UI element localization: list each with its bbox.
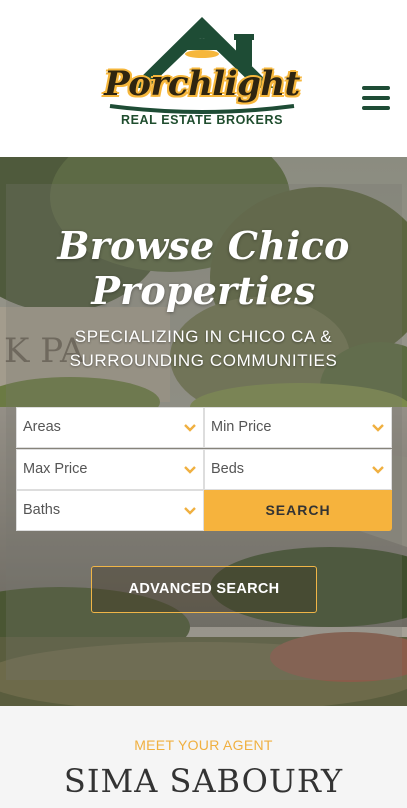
min-price-select[interactable]: Min Price xyxy=(204,407,392,448)
chevron-down-icon xyxy=(184,424,196,432)
hero-title: Browse Chico Properties xyxy=(0,223,407,313)
chevron-down-icon xyxy=(372,466,384,474)
chevron-down-icon xyxy=(184,507,196,515)
site-header: Porchlight REAL ESTATE BROKERS xyxy=(0,0,407,157)
property-search-form: Areas Min Price Max Price Beds Baths SEA… xyxy=(16,407,392,532)
hero-section: K PA Browse Chico Properties SPECIALIZIN… xyxy=(0,157,407,706)
baths-select[interactable]: Baths xyxy=(16,490,204,531)
max-price-select[interactable]: Max Price xyxy=(16,449,204,490)
chevron-down-icon xyxy=(372,424,384,432)
beds-select[interactable]: Beds xyxy=(204,449,392,490)
beds-select-label: Beds xyxy=(211,461,245,477)
max-price-select-label: Max Price xyxy=(23,461,88,477)
agent-name: SIMA SABOURY xyxy=(63,762,344,800)
min-price-select-label: Min Price xyxy=(211,419,272,435)
areas-select-label: Areas xyxy=(23,419,61,435)
baths-select-label: Baths xyxy=(23,502,61,518)
agent-eyebrow: MEET YOUR AGENT xyxy=(134,737,273,753)
advanced-search-button[interactable]: ADVANCED SEARCH xyxy=(91,566,317,613)
hamburger-menu-icon[interactable] xyxy=(362,86,392,112)
areas-select[interactable]: Areas xyxy=(16,407,204,448)
hero-subtitle: SPECIALIZING IN CHICO CA & SURROUNDING C… xyxy=(69,327,338,370)
logo-wordmark: Porchlight xyxy=(104,64,300,104)
hero-title-line1: Browse Chico xyxy=(57,223,350,268)
logo-tagline: REAL ESTATE BROKERS xyxy=(120,113,284,127)
porchlight-logo[interactable]: Porchlight REAL ESTATE BROKERS xyxy=(102,14,302,130)
search-button[interactable]: SEARCH xyxy=(204,490,392,531)
hero-title-line2: Properties xyxy=(91,268,316,313)
meet-agent-section: MEET YOUR AGENT SIMA SABOURY xyxy=(0,706,407,808)
chevron-down-icon xyxy=(184,466,196,474)
